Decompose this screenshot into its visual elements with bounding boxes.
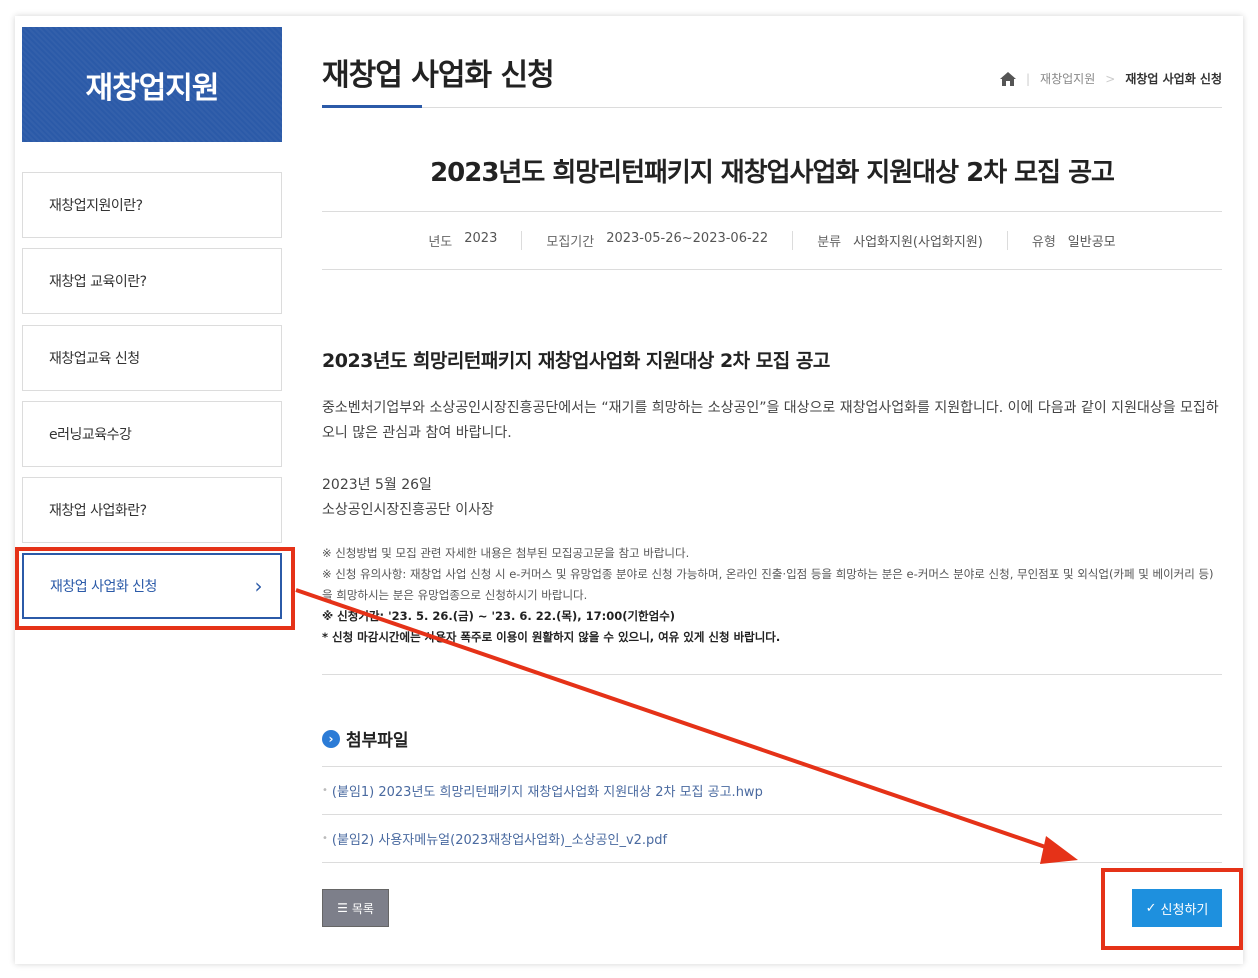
attachments-heading-label: 첨부파일 — [346, 731, 409, 751]
meta-value: 2023 — [464, 231, 498, 246]
apply-button[interactable]: ✓ 신청하기 — [1132, 889, 1222, 927]
apply-button-label: 신청하기 — [1160, 902, 1209, 918]
breadcrumb-current: 재창업 사업화 신청 — [1125, 72, 1222, 86]
home-icon[interactable] — [1000, 71, 1016, 86]
notice-date: 2023년 5월 26일 — [322, 477, 432, 493]
sidebar-title: 재창업지원 — [22, 27, 282, 142]
note-line: * 신청 마감시간에는 사용자 폭주로 이용이 원활하지 않을 수 있으니, 여… — [322, 630, 781, 644]
meta-label: 유형 — [1031, 235, 1056, 250]
note-line: ※ 신청 유의사항: 재창업 사업 신청 시 e-커머스 및 유망업종 분야로 … — [322, 567, 1214, 602]
meta-label: 년도 — [428, 235, 453, 250]
list-icon: ☰ — [337, 901, 348, 915]
attachments-divider — [322, 862, 1222, 863]
meta-value: 일반공모 — [1067, 235, 1116, 250]
title-accent-bar — [322, 105, 422, 108]
chevron-right-circle-icon: › — [322, 729, 340, 748]
note-line: ※ 신청방법 및 모집 관련 자세한 내용은 첨부된 모집공고문을 참고 바랍니… — [322, 546, 690, 560]
page-title: 재창업 사업화 신청 — [322, 58, 555, 93]
breadcrumb-item[interactable]: 재창업지원 — [1040, 70, 1095, 87]
meta-category: 분류 사업화지원(사업화지원) — [792, 231, 1007, 250]
meta-value: 사업화지원(사업화지원) — [853, 235, 983, 250]
meta-label: 모집기간 — [546, 235, 595, 250]
notice-meta: 년도 2023 모집기간 2023-05-26~2023-06-22 분류 사업… — [322, 211, 1222, 270]
notice-notes: ※ 신청방법 및 모집 관련 자세한 내용은 첨부된 모집공고문을 참고 바랍니… — [322, 543, 1222, 648]
attachment-filename: (붙임2) 사용자메뉴얼(2023재창업사업화)_소상공인_v2.pdf — [331, 833, 668, 848]
notice-issuer: 소상공인시장진흥공단 이사장 — [322, 502, 494, 518]
checkmark-icon: ✓ — [1145, 900, 1157, 916]
chevron-right-icon: › — [254, 574, 263, 598]
chevron-right-icon: > — [1105, 71, 1116, 86]
sidebar-item-elearning[interactable]: e러닝교육수강 — [22, 401, 282, 467]
meta-year: 년도 2023 — [404, 231, 521, 250]
attachment-link[interactable]: • (붙임1) 2023년도 희망리턴패키지 재창업사업화 지원대상 2차 모집… — [322, 766, 1222, 814]
body-signature: 2023년 5월 26일 소상공인시장진흥공단 이사장 — [322, 473, 494, 523]
list-button[interactable]: ☰ 목록 — [322, 889, 389, 927]
breadcrumb: | 재창업지원 > 재창업 사업화 신청 — [1000, 70, 1222, 87]
body-title: 2023년도 희망리턴패키지 재창업사업화 지원대상 2차 모집 공고 — [322, 350, 830, 372]
attachments-heading: › 첨부파일 — [322, 726, 409, 751]
body-paragraph: 중소벤처기업부와 소상공인시장진흥공단에서는 “재기를 희망하는 소상공인”을 … — [322, 400, 1219, 441]
attachment-link[interactable]: • (붙임2) 사용자메뉴얼(2023재창업사업화)_소상공인_v2.pdf — [322, 814, 1222, 862]
meta-label: 분류 — [817, 235, 842, 250]
notice-title: 2023년도 희망리턴패키지 재창업사업화 지원대상 2차 모집 공고 — [430, 158, 1115, 188]
meta-period: 모집기간 2023-05-26~2023-06-22 — [521, 231, 792, 250]
attachment-filename: (붙임1) 2023년도 희망리턴패키지 재창업사업화 지원대상 2차 모집 공… — [331, 785, 763, 800]
body-divider — [322, 674, 1222, 675]
meta-value: 2023-05-26~2023-06-22 — [606, 231, 769, 246]
sidebar-item-commercialization-about[interactable]: 재창업 사업화란? — [22, 477, 282, 543]
meta-type: 유형 일반공모 — [1006, 231, 1140, 250]
sidebar-item-commercialization-apply[interactable]: 재창업 사업화 신청 › — [22, 553, 282, 619]
sidebar-item-education-about[interactable]: 재창업 교육이란? — [22, 248, 282, 314]
sidebar-item-education-apply[interactable]: 재창업교육 신청 — [22, 325, 282, 391]
list-button-label: 목록 — [351, 901, 374, 916]
note-line: ※ 신청기간: '23. 5. 26.(금) ~ '23. 6. 22.(목),… — [322, 609, 676, 623]
breadcrumb-separator: | — [1026, 71, 1031, 86]
bullet-icon: • — [322, 785, 328, 796]
bullet-icon: • — [322, 833, 328, 844]
sidebar-item-about[interactable]: 재창업지원이란? — [22, 172, 282, 238]
sidebar-item-label: 재창업 사업화 신청 — [50, 579, 157, 595]
title-divider — [322, 107, 1222, 108]
